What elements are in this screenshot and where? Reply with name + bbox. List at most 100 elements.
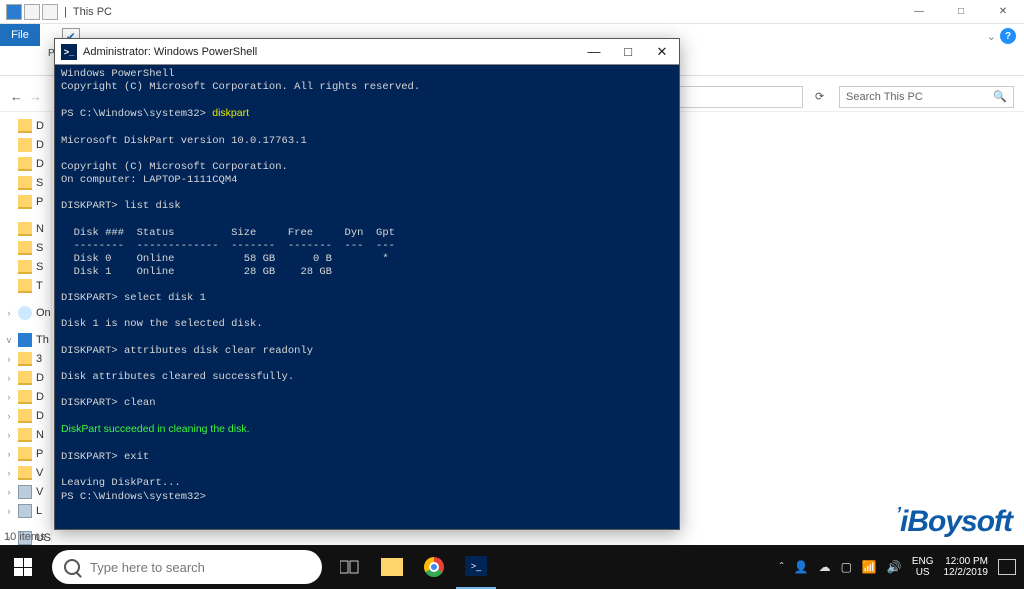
close-button[interactable]: ✕ [982,1,1024,23]
sidebar-item-label: V [36,486,43,498]
help-icon[interactable]: ? [1000,28,1016,44]
sidebar-item[interactable] [0,322,51,330]
sidebar-item[interactable]: ›N [0,425,51,444]
tree-expand-icon[interactable]: › [4,354,14,364]
maximize-button[interactable]: □ [611,41,645,63]
tray-chevron-icon[interactable]: ˆ [780,560,784,574]
tray-date: 12/2/2019 [944,567,989,578]
sidebar-item-label: D [36,139,44,151]
ribbon-collapse-caret[interactable]: ⌄ [987,30,996,43]
sidebar-item[interactable]: S [0,257,51,276]
sidebar-item-label: On [36,307,51,319]
explorer-title-sep: | [64,6,67,18]
folder-icon [18,195,32,209]
search-icon [64,559,80,575]
tray-clock[interactable]: 12:00 PM 12/2/2019 [944,556,989,578]
powershell-terminal-body[interactable]: Windows PowerShell Copyright (C) Microso… [55,65,679,529]
sidebar-item-label: V [36,467,43,479]
tray-volume-icon[interactable]: 🔊 [887,560,902,574]
folder-icon [18,176,32,190]
sidebar-item-label: D [36,372,44,384]
minimize-button[interactable]: — [577,41,611,63]
tree-expand-icon[interactable]: › [4,506,14,516]
sidebar-item[interactable]: ›V [0,463,51,482]
sidebar-item[interactable] [0,520,51,528]
tray-lang-bot: US [912,567,934,578]
tree-expand-icon[interactable]: › [4,430,14,440]
powershell-taskbar-icon[interactable]: >_ [456,545,496,589]
sidebar-item[interactable] [0,295,51,303]
sidebar-item[interactable]: ›3 [0,349,51,368]
back-button[interactable]: ← [10,89,23,104]
sidebar-item[interactable]: ›V [0,482,51,501]
close-button[interactable]: ✕ [645,41,679,63]
drive-icon [18,504,32,518]
tree-expand-icon[interactable]: › [4,373,14,383]
sidebar-item[interactable]: vTh [0,330,51,349]
task-view-button[interactable] [330,545,370,589]
forward-button[interactable]: → [29,89,42,104]
folder-icon [18,222,32,236]
sidebar-item[interactable]: D [0,154,51,173]
tree-expand-icon[interactable]: v [4,335,14,345]
explorer-titlebar[interactable]: | This PC — □ ✕ [0,0,1024,24]
sidebar-item[interactable]: › On [0,303,51,322]
sidebar-item[interactable]: ›P [0,444,51,463]
folder-icon [18,390,32,404]
sidebar-item[interactable]: D [0,135,51,154]
powershell-icon: >_ [61,44,77,60]
tray-people-icon[interactable]: 👤 [794,560,809,574]
refresh-icon[interactable]: ⟳ [815,90,831,103]
folder-icon [18,447,32,461]
maximize-button[interactable]: □ [940,1,982,23]
sidebar-item[interactable]: ›D [0,387,51,406]
tray-battery-icon[interactable]: ▢ [841,560,852,574]
sidebar-item[interactable] [0,211,51,219]
tree-expand-icon[interactable]: › [4,411,14,421]
tree-expand-icon[interactable]: › [4,468,14,478]
tray-cloud-icon[interactable]: ☁ [819,560,831,574]
folder-icon [18,466,32,480]
qat-button[interactable] [24,4,40,20]
action-center-icon[interactable] [998,559,1016,575]
qat-button[interactable] [42,4,58,20]
tree-expand-icon[interactable]: › [4,487,14,497]
sidebar-item[interactable]: S [0,238,51,257]
file-explorer-taskbar-icon[interactable] [372,545,412,589]
sidebar-item[interactable]: N [0,219,51,238]
tray-language[interactable]: ENG US [912,556,934,578]
pc-icon [18,333,32,347]
folder-icon [18,371,32,385]
chrome-taskbar-icon[interactable] [414,545,454,589]
sidebar-item-label: S [36,177,43,189]
explorer-window-controls: — □ ✕ [898,1,1024,23]
explorer-sidebar[interactable]: DDDSPNSST›OnvTh›3›D›D›D›N›P›V›V›L›US [0,112,52,545]
status-item-count: 10 items [4,531,46,543]
watermark-logo: ’iBoysoft [896,504,1012,539]
tray-wifi-icon[interactable]: 📶 [862,560,877,574]
start-button[interactable] [0,545,46,589]
sidebar-item[interactable]: ›L [0,501,51,520]
file-tab[interactable]: File [0,24,40,46]
sidebar-item[interactable]: ›D [0,406,51,425]
sidebar-item-label: T [36,280,43,292]
sidebar-item-label: S [36,242,43,254]
quick-access-toolbar [6,4,58,20]
sidebar-item-label: L [36,505,42,517]
sidebar-item[interactable]: P [0,192,51,211]
tree-expand-icon[interactable]: › [4,308,14,318]
sidebar-item[interactable]: S [0,173,51,192]
taskbar: Type here to search >_ ˆ 👤 ☁ ▢ 📶 🔊 ENG U… [0,545,1024,589]
minimize-button[interactable]: — [898,1,940,23]
tray-lang-top: ENG [912,556,934,567]
sidebar-item[interactable]: D [0,116,51,135]
taskbar-search[interactable]: Type here to search [52,550,322,584]
tree-expand-icon[interactable]: › [4,392,14,402]
tree-expand-icon[interactable]: › [4,449,14,459]
sidebar-item[interactable]: ›D [0,368,51,387]
powershell-titlebar[interactable]: >_ Administrator: Windows PowerShell — □… [55,39,679,65]
sidebar-item[interactable]: T [0,276,51,295]
sidebar-item-label: D [36,158,44,170]
explorer-search-box[interactable]: Search This PC 🔍 [839,86,1014,108]
powershell-window[interactable]: >_ Administrator: Windows PowerShell — □… [54,38,680,530]
